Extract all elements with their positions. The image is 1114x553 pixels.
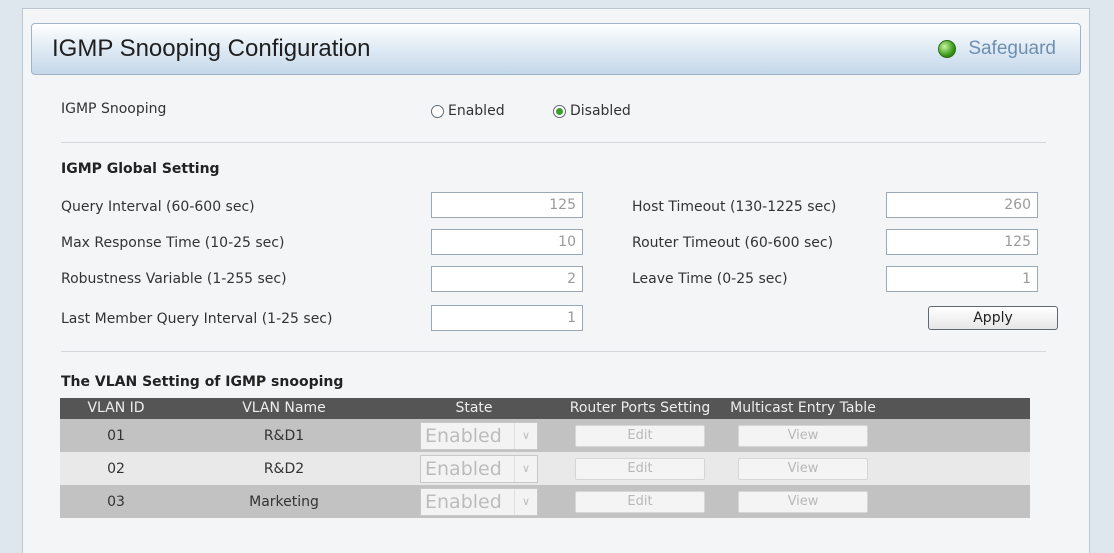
router-timeout-label: Router Timeout (60-600 sec) xyxy=(632,235,834,251)
apply-button[interactable]: Apply xyxy=(928,306,1058,330)
page-header: IGMP Snooping Configuration Safeguard xyxy=(31,23,1081,75)
global-setting-heading: IGMP Global Setting xyxy=(61,161,220,177)
view-button[interactable]: View xyxy=(738,424,868,447)
table-row: 01 R&D1 Enabled ∨ Edit View xyxy=(60,419,1030,452)
table-row: 02 R&D2 Enabled ∨ Edit View xyxy=(60,452,1030,485)
last-member-input[interactable] xyxy=(431,305,583,331)
max-response-label: Max Response Time (10-25 sec) xyxy=(61,235,285,251)
col-vlan-id: VLAN ID xyxy=(87,400,145,416)
vlan-setting-heading: The VLAN Setting of IGMP snooping xyxy=(61,374,344,390)
edit-button[interactable]: Edit xyxy=(575,424,705,447)
safeguard-label: Safeguard xyxy=(968,38,1056,59)
page-title: IGMP Snooping Configuration xyxy=(52,35,371,62)
vlan-id-cell: 03 xyxy=(107,493,125,510)
safeguard-indicator: Safeguard xyxy=(938,38,1056,60)
leave-time-label: Leave Time (0-25 sec) xyxy=(632,271,788,287)
enabled-label: Enabled xyxy=(448,103,505,119)
vlan-name-cell: R&D2 xyxy=(263,460,305,477)
robustness-input[interactable] xyxy=(431,266,583,292)
top-frame xyxy=(0,0,1114,8)
section-divider xyxy=(61,142,1046,143)
section-divider xyxy=(61,351,1046,352)
state-select-value: Enabled xyxy=(425,424,502,447)
state-select-value: Enabled xyxy=(425,457,502,480)
col-multicast-entry: Multicast Entry Table xyxy=(730,400,876,416)
col-router-ports: Router Ports Setting xyxy=(569,400,711,416)
snooping-enabled-radio[interactable]: Enabled xyxy=(431,103,505,119)
router-timeout-input[interactable] xyxy=(886,229,1038,255)
radio-checked-icon[interactable] xyxy=(553,104,566,118)
table-row: 03 Marketing Enabled ∨ Edit View xyxy=(60,485,1030,518)
vlan-table-header: VLAN ID VLAN Name State Router Ports Set… xyxy=(60,398,1030,419)
config-panel: IGMP Snooping Configuration Safeguard IG… xyxy=(22,8,1090,553)
host-timeout-input[interactable] xyxy=(886,192,1038,218)
view-button[interactable]: View xyxy=(738,490,868,513)
vlan-id-cell: 01 xyxy=(107,427,125,444)
edit-button[interactable]: Edit xyxy=(575,490,705,513)
robustness-label: Robustness Variable (1-255 sec) xyxy=(61,271,287,287)
last-member-label: Last Member Query Interval (1-25 sec) xyxy=(61,311,333,327)
disabled-label: Disabled xyxy=(570,103,631,119)
max-response-input[interactable] xyxy=(431,229,583,255)
radio-unchecked-icon[interactable] xyxy=(431,104,444,118)
view-button[interactable]: View xyxy=(738,457,868,480)
vlan-name-cell: Marketing xyxy=(249,493,319,510)
vlan-id-cell: 02 xyxy=(107,460,125,477)
state-select[interactable]: Enabled ∨ xyxy=(420,487,538,516)
vlan-name-cell: R&D1 xyxy=(263,427,305,444)
leave-time-input[interactable] xyxy=(886,266,1038,292)
edit-button[interactable]: Edit xyxy=(575,457,705,480)
snooping-disabled-radio[interactable]: Disabled xyxy=(553,103,631,119)
col-state: State xyxy=(455,400,493,416)
state-select-value: Enabled xyxy=(425,490,502,513)
safeguard-status-icon xyxy=(938,40,957,58)
state-select[interactable]: Enabled ∨ xyxy=(420,421,538,450)
chevron-down-icon[interactable]: ∨ xyxy=(514,422,537,449)
igmp-snooping-label: IGMP Snooping xyxy=(61,101,167,117)
state-select[interactable]: Enabled ∨ xyxy=(420,454,538,483)
query-interval-input[interactable] xyxy=(431,192,583,218)
right-frame xyxy=(1092,0,1114,553)
chevron-down-icon[interactable]: ∨ xyxy=(514,488,537,515)
host-timeout-label: Host Timeout (130-1225 sec) xyxy=(632,199,837,215)
vlan-table: VLAN ID VLAN Name State Router Ports Set… xyxy=(60,398,1030,518)
col-vlan-name: VLAN Name xyxy=(242,400,326,416)
query-interval-label: Query Interval (60-600 sec) xyxy=(61,199,255,215)
chevron-down-icon[interactable]: ∨ xyxy=(514,455,537,482)
